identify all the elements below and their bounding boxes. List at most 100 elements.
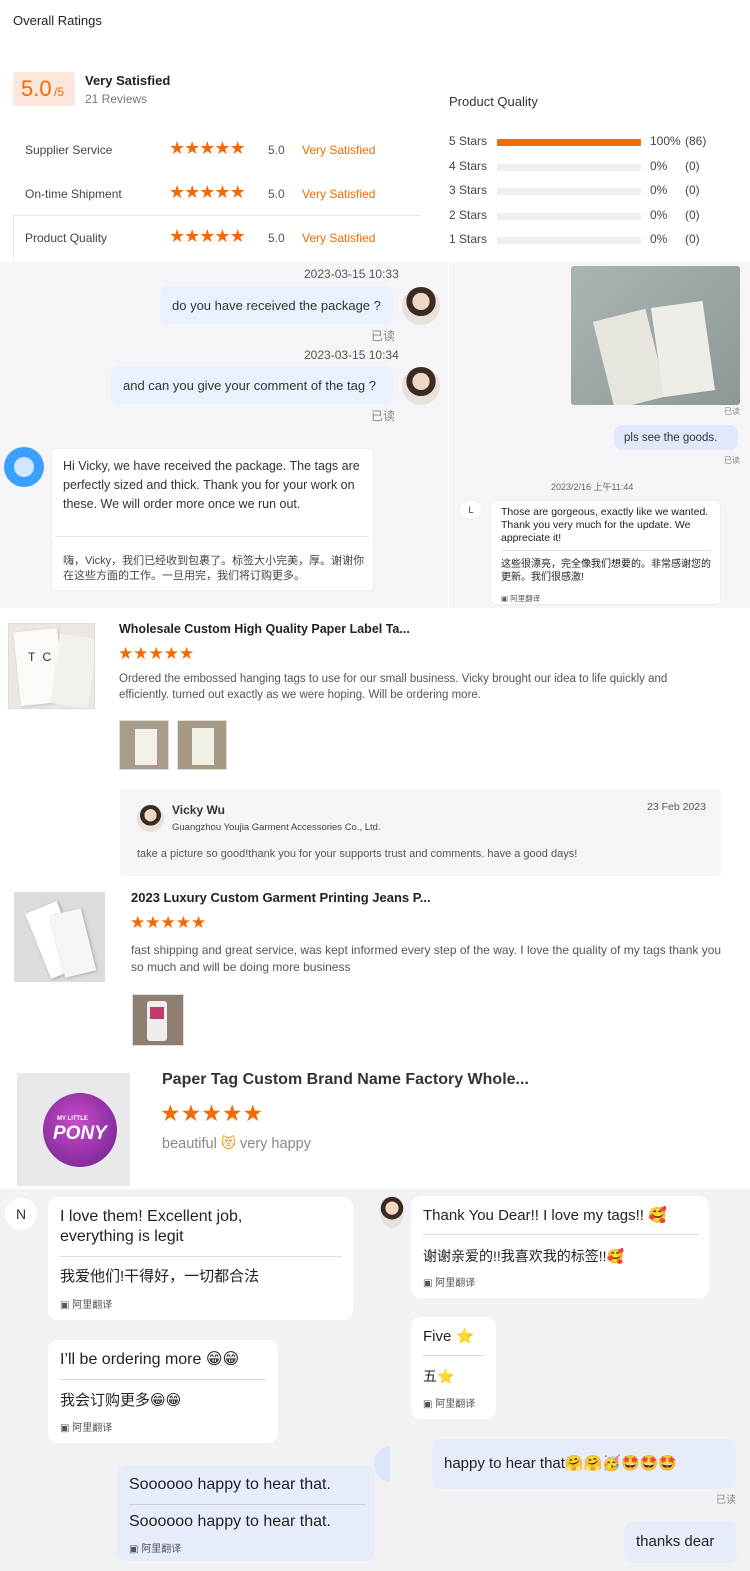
chat3-msg1-zh: 我爱他们!干得好，一切都合法 xyxy=(60,1268,260,1285)
review1-stars: ★★★★★ xyxy=(118,644,194,663)
metric-stars: ★★★★★ xyxy=(169,138,246,159)
translate-icon: ▣ xyxy=(60,1423,73,1434)
star-icon: ★ xyxy=(229,182,246,202)
reply-date: 23 Feb 2023 xyxy=(647,801,706,813)
seller-company: Guangzhou Youjia Garment Accessories Co.… xyxy=(172,822,381,833)
shared-photo[interactable] xyxy=(571,266,740,405)
star-icon: ★ xyxy=(169,182,185,202)
chat3-msg2-zh: 我会订购更多😁😁 xyxy=(60,1392,182,1409)
review3-product-thumb[interactable]: MY LITTLE PONY xyxy=(17,1073,130,1186)
chat4-msg4-bubble: thanks dear xyxy=(624,1521,737,1563)
review3-stars: ★★★★★ xyxy=(160,1100,263,1126)
review1-photo-1[interactable] xyxy=(119,720,169,770)
chat2-reply-en: Those are gorgeous, exactly like we want… xyxy=(501,506,709,544)
review1-photo-2[interactable] xyxy=(177,720,227,770)
overall-verdict: Very Satisfied xyxy=(85,73,171,88)
chat4-msg3-read-status: 已读 xyxy=(716,1495,736,1506)
chat4-msg2-bubble: Five ⭐ 五⭐ ▣ 阿里翻译 xyxy=(411,1317,496,1419)
rating-row-percent: 0% xyxy=(650,207,668,222)
star-icon: ★ xyxy=(169,138,185,158)
rating-row-count: (0) xyxy=(685,207,700,222)
rating-row-percent: 0% xyxy=(650,232,668,246)
msg2-text: and can you give your comment of the tag… xyxy=(123,378,376,393)
star-icon: ★ xyxy=(169,226,185,246)
review3-text-b: very happy xyxy=(240,1136,311,1152)
chat4-msg1-bubble: Thank You Dear!! I love my tags!! 🥰 谢谢亲爱… xyxy=(411,1196,709,1298)
chat3-msg3-b: Soooooo happy to hear that. xyxy=(129,1513,331,1530)
star-icon: ★ xyxy=(214,182,230,202)
overall-ratings-heading: Overall Ratings xyxy=(13,13,102,28)
rating-bar-track xyxy=(497,163,641,171)
review3-title[interactable]: Paper Tag Custom Brand Name Factory Whol… xyxy=(162,1071,529,1089)
rating-row-count: (0) xyxy=(685,158,700,173)
reply-en: Hi Vicky, we have received the package. … xyxy=(63,459,360,511)
translate-icon: ▣ xyxy=(501,594,511,603)
metric-verdict: Very Satisfied xyxy=(302,143,376,157)
chat3-translate-tag: ▣ 阿里翻译 xyxy=(60,1423,113,1434)
star-icon: ★ xyxy=(214,226,230,246)
metric-label: On-time Shipment xyxy=(25,187,122,201)
chat3-translate-tag: ▣ 阿里翻译 xyxy=(60,1300,113,1311)
chat4-msg2-zh: 五⭐ xyxy=(423,1368,455,1384)
star-icon: ★ xyxy=(229,226,246,246)
goods-text: pls see the goods. xyxy=(624,432,718,444)
customer-avatar xyxy=(4,447,44,487)
msg2-bubble: and can you give your comment of the tag… xyxy=(111,366,393,404)
review2-photo[interactable] xyxy=(132,994,184,1046)
star-icon: ★ xyxy=(184,138,200,158)
review3-text-a: beautiful xyxy=(162,1136,217,1152)
chat3-msg3-bubble: Soooooo happy to hear that. Soooooo happ… xyxy=(117,1465,375,1561)
msg1-bubble: do you have received the package ? xyxy=(160,286,393,324)
chat4-translate-tag: ▣ 阿里翻译 xyxy=(423,1278,476,1289)
rating-row-percent: 0% xyxy=(650,158,668,173)
photo-read-status: 已读 xyxy=(724,407,740,416)
pony-logo-text: PONY xyxy=(53,1123,107,1144)
tag-logo-text: T C xyxy=(28,650,54,664)
metric-stars: ★★★★★ xyxy=(169,182,246,203)
review2-title[interactable]: 2023 Luxury Custom Garment Printing Jean… xyxy=(131,890,431,905)
score-suffix: /5 xyxy=(54,85,65,99)
rating-bar-track xyxy=(497,188,641,195)
chat3-msg1-en: I love them! Excellent job, everything i… xyxy=(60,1208,243,1245)
seller-name: Vicky Wu xyxy=(172,803,225,817)
chat4-msg4-text: thanks dear xyxy=(636,1533,715,1550)
pony-logo-top: MY LITTLE xyxy=(57,1116,88,1122)
chat2-reply-bubble: Those are gorgeous, exactly like we want… xyxy=(490,500,721,605)
chat3-msg3-a: Soooooo happy to hear that. xyxy=(129,1476,331,1493)
metric-label: Supplier Service xyxy=(25,143,113,157)
chat2-reply-zh: 这些很漂亮，完全像我们想要的。非常感谢您的更新。我们很感激! xyxy=(501,559,711,583)
msg1-text: do you have received the package ? xyxy=(172,298,381,313)
product-quality-title: Product Quality xyxy=(449,94,538,109)
goods-read-status: 已读 xyxy=(724,456,740,465)
chat4-msg1-en: Thank You Dear!! I love my tags!! 🥰 xyxy=(423,1207,667,1224)
msg1-time: 2023-03-15 10:33 xyxy=(304,267,399,281)
metric-stars: ★★★★★ xyxy=(169,226,246,247)
review1-product-thumb[interactable]: T C xyxy=(8,623,95,709)
score-value: 5.0 xyxy=(21,76,52,101)
star-icon: ★ xyxy=(199,226,215,246)
msg2-read-status: 已读 xyxy=(371,409,396,423)
rating-bar-fill xyxy=(497,139,641,146)
rating-row-label[interactable]: 5 Stars xyxy=(449,134,487,148)
rating-row-label[interactable]: 4 Stars xyxy=(449,159,487,173)
rating-row-label[interactable]: 1 Stars xyxy=(449,232,487,246)
chat3-msg2-bubble: I’ll be ordering more 😁😁 我会订购更多😁😁 ▣ 阿里翻译 xyxy=(48,1340,278,1443)
star-icon: ★ xyxy=(184,182,200,202)
chat3-msg2-en: I’ll be ordering more 😁😁 xyxy=(60,1351,240,1368)
review3-text: beautiful 😻 very happy xyxy=(162,1136,311,1152)
msg1-read-status: 已读 xyxy=(371,329,396,343)
rating-row-label[interactable]: 3 Stars xyxy=(449,183,487,197)
star-icon: ★ xyxy=(199,138,215,158)
review2-product-thumb[interactable] xyxy=(14,892,105,982)
review1-title[interactable]: Wholesale Custom High Quality Paper Labe… xyxy=(119,622,410,636)
metric-label: Product Quality xyxy=(25,231,108,245)
rating-bar-track xyxy=(497,212,641,220)
review2-stars: ★★★★★ xyxy=(130,913,206,932)
review2-text: fast shipping and great service, was kep… xyxy=(131,943,722,974)
rating-row-count: (86) xyxy=(685,134,707,148)
agent-avatar xyxy=(402,287,440,325)
chat4-msg3-bubble: happy to hear that🤗🤗🥳🤩🤩🤩 xyxy=(432,1439,737,1489)
star-icon: ★ xyxy=(184,226,200,246)
reviews-count[interactable]: 21 Reviews xyxy=(85,92,147,106)
rating-row-label[interactable]: 2 Stars xyxy=(449,208,487,222)
